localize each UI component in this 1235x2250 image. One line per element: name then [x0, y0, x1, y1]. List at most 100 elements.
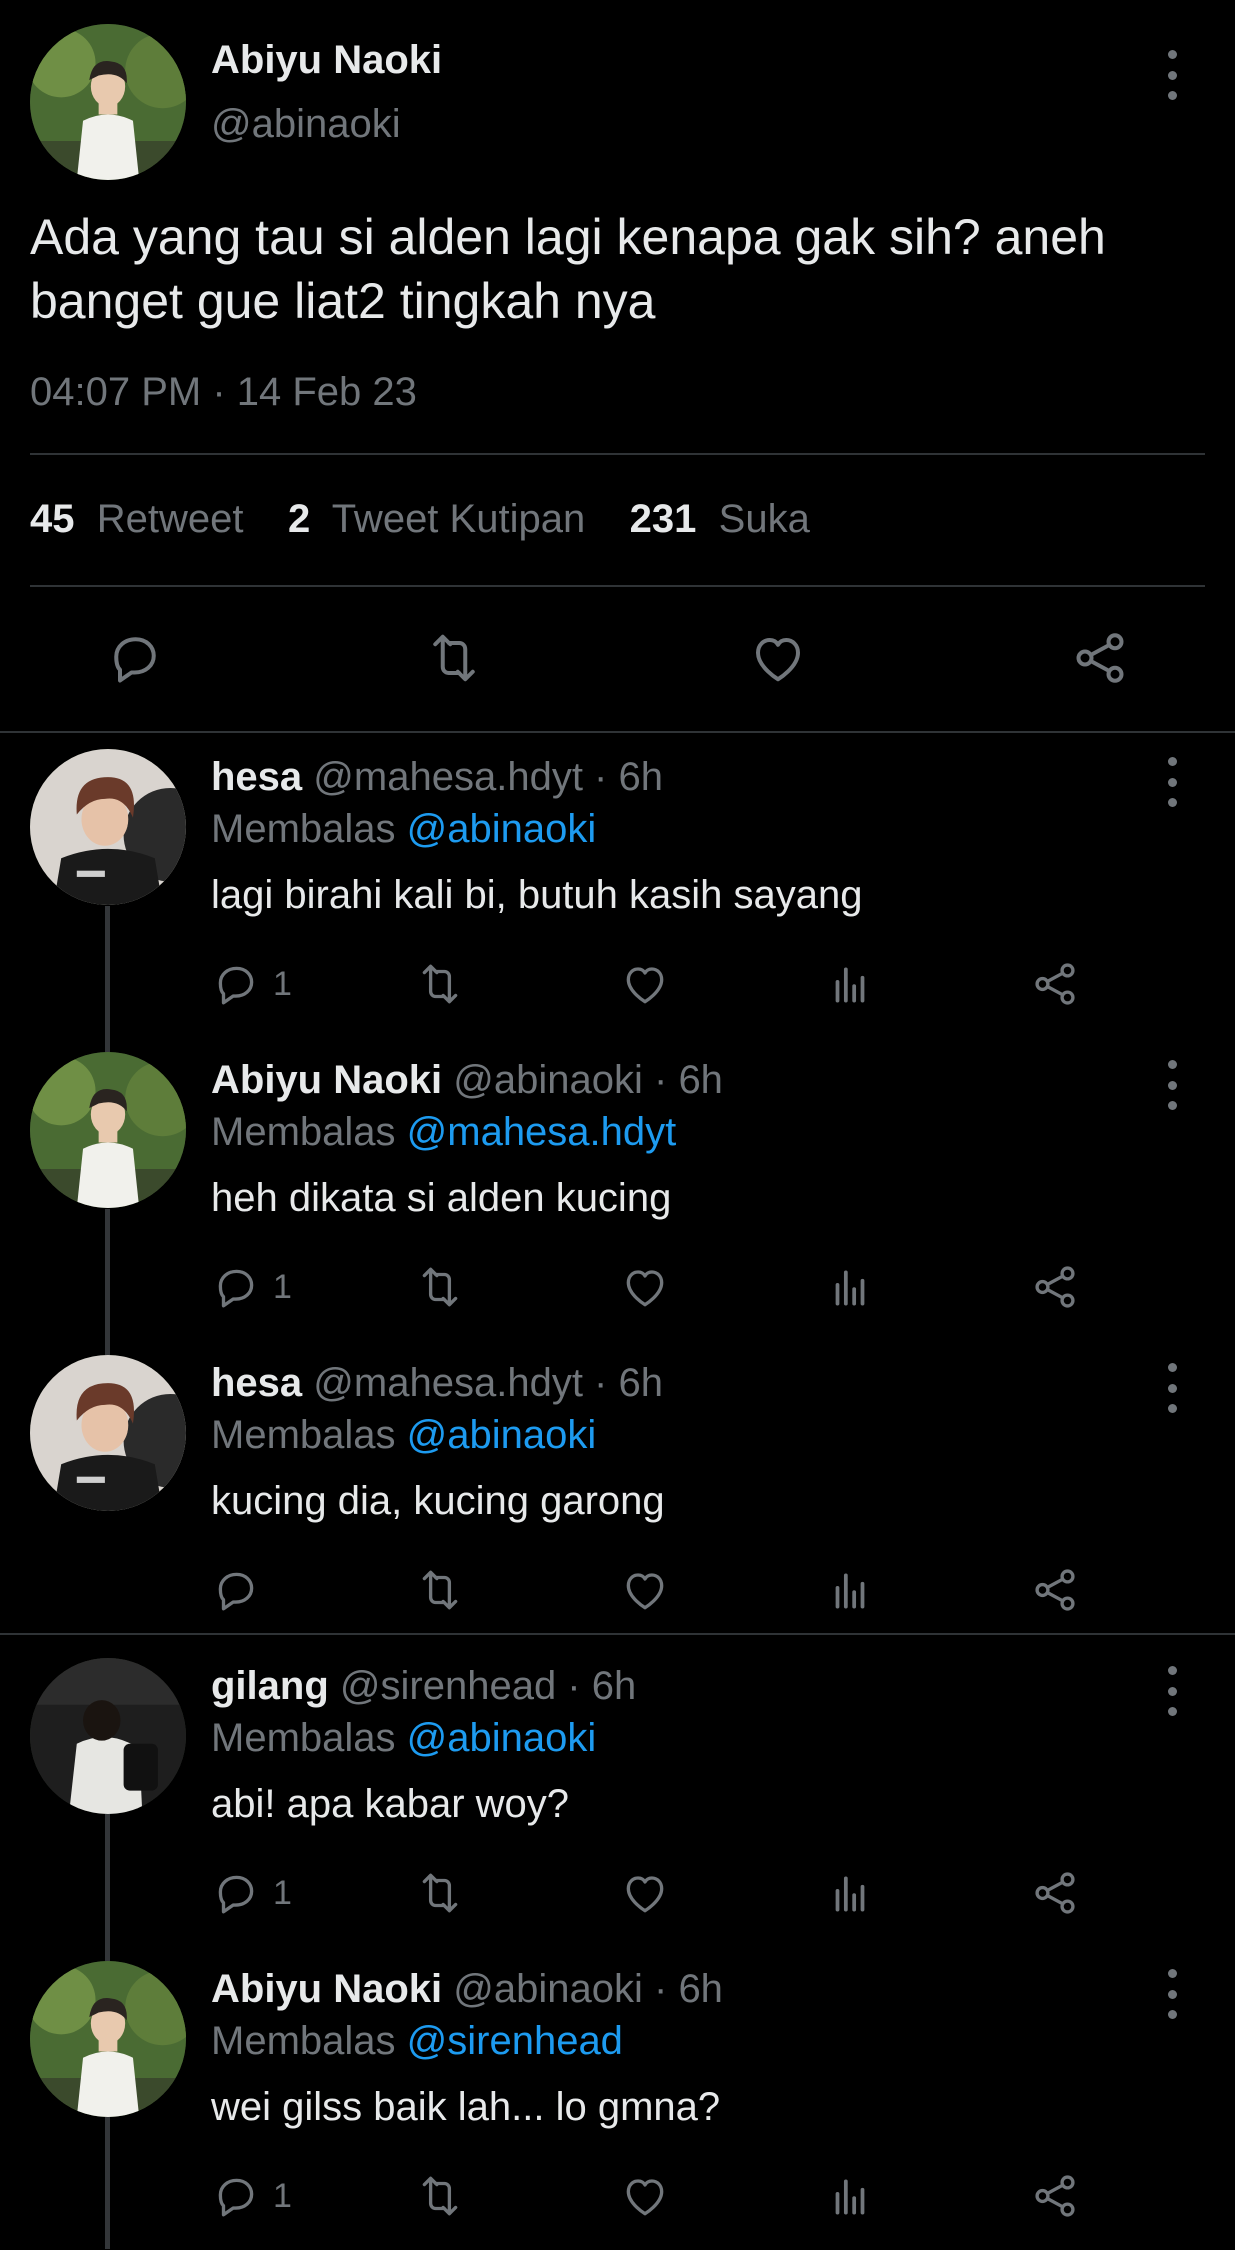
author-name[interactable]: Abiyu Naoki	[211, 1058, 442, 1102]
reply-actions: 1	[211, 959, 1211, 1009]
replying-label: Membalas	[211, 1110, 396, 1154]
avatar[interactable]	[30, 1052, 186, 1208]
avatar[interactable]	[30, 24, 186, 180]
reply-tweet[interactable]: Abiyu Naoki @abinaoki · 6h Membalas @sir…	[0, 1947, 1235, 2250]
reply-tweet[interactable]: hesa @mahesa.hdyt · 6h Membalas @abinaok…	[0, 1341, 1235, 1644]
replying-label: Membalas	[211, 1716, 396, 1760]
reply-icon[interactable]: 1	[211, 1868, 292, 1918]
like-icon[interactable]	[620, 959, 670, 1009]
quotes-stat[interactable]: 2 Tweet Kutipan	[288, 497, 585, 541]
replying-to: Membalas @abinaoki	[211, 1716, 596, 1761]
replying-to: Membalas @mahesa.hdyt	[211, 1110, 676, 1155]
mention-link[interactable]: @sirenhead	[407, 2019, 623, 2063]
reply-header: Abiyu Naoki @abinaoki · 6h	[211, 1058, 723, 1103]
avatar[interactable]	[30, 1961, 186, 2117]
views-icon[interactable]	[825, 1868, 875, 1918]
reply-actions: 1	[211, 1868, 1211, 1918]
retweet-icon[interactable]	[415, 959, 465, 1009]
author-meta: @sirenhead · 6h	[339, 1664, 637, 1708]
share-icon[interactable]	[1030, 959, 1080, 1009]
reply-count: 1	[273, 964, 292, 1003]
views-icon[interactable]	[825, 1565, 875, 1615]
avatar[interactable]	[30, 749, 186, 905]
replying-to: Membalas @sirenhead	[211, 2019, 623, 2064]
more-options-icon[interactable]	[1162, 1060, 1182, 1110]
share-icon[interactable]	[1030, 1868, 1080, 1918]
reply-header: hesa @mahesa.hdyt · 6h	[211, 755, 663, 800]
profile-photo	[30, 1052, 186, 1208]
author-name[interactable]: hesa	[211, 1361, 302, 1405]
like-icon[interactable]	[620, 1868, 670, 1918]
views-icon[interactable]	[825, 959, 875, 1009]
author-meta: @mahesa.hdyt · 6h	[313, 1361, 663, 1405]
author-name[interactable]: gilang	[211, 1664, 329, 1708]
reply-header: gilang @sirenhead · 6h	[211, 1664, 636, 1709]
profile-photo	[30, 1961, 186, 2117]
reply-icon[interactable]: 1	[211, 1262, 292, 1312]
replying-to: Membalas @abinaoki	[211, 1413, 596, 1458]
tweet-timestamp[interactable]: 04:07 PM · 14 Feb 23	[30, 370, 417, 415]
share-icon[interactable]	[1030, 1262, 1080, 1312]
author-meta: @abinaoki · 6h	[453, 1967, 723, 2011]
retweet-icon[interactable]	[424, 628, 484, 688]
like-icon[interactable]	[748, 628, 808, 688]
replying-label: Membalas	[211, 2019, 396, 2063]
like-icon[interactable]	[620, 1565, 670, 1615]
reply-icon[interactable]	[211, 1565, 273, 1615]
profile-photo	[30, 1355, 186, 1511]
share-icon[interactable]	[1030, 2171, 1080, 2221]
views-icon[interactable]	[825, 1262, 875, 1312]
author-name[interactable]: Abiyu Naoki	[211, 1967, 442, 2011]
profile-photo	[30, 749, 186, 905]
reply-count: 1	[273, 2176, 292, 2215]
divider	[0, 1633, 1235, 1635]
mention-link[interactable]: @abinaoki	[407, 1716, 597, 1760]
reply-header: Abiyu Naoki @abinaoki · 6h	[211, 1967, 723, 2012]
reply-icon[interactable]: 1	[211, 2171, 292, 2221]
like-icon[interactable]	[620, 1262, 670, 1312]
retweet-icon[interactable]	[415, 1565, 465, 1615]
share-icon[interactable]	[1030, 1565, 1080, 1615]
more-options-icon[interactable]	[1162, 1666, 1182, 1716]
more-options-icon[interactable]	[1162, 1969, 1182, 2019]
retweet-icon[interactable]	[415, 1262, 465, 1312]
profile-photo	[30, 1658, 186, 1814]
avatar[interactable]	[30, 1658, 186, 1814]
reply-actions	[211, 1565, 1211, 1615]
reply-header: hesa @mahesa.hdyt · 6h	[211, 1361, 663, 1406]
reply-text: abi! apa kabar woy?	[211, 1782, 570, 1826]
reply-icon[interactable]: 1	[211, 959, 292, 1009]
reply-tweet[interactable]: gilang @sirenhead · 6h Membalas @abinaok…	[0, 1644, 1235, 1947]
reply-icon[interactable]	[105, 628, 165, 688]
mention-link[interactable]: @abinaoki	[407, 1413, 597, 1457]
author-name[interactable]: Abiyu Naoki	[211, 38, 442, 83]
retweet-icon[interactable]	[415, 2171, 465, 2221]
reply-count: 1	[273, 1873, 292, 1912]
avatar[interactable]	[30, 1355, 186, 1511]
retweets-stat[interactable]: 45 Retweet	[30, 497, 243, 541]
mention-link[interactable]: @abinaoki	[407, 807, 597, 851]
mention-link[interactable]: @mahesa.hdyt	[407, 1110, 677, 1154]
views-icon[interactable]	[825, 2171, 875, 2221]
tweet-text: Ada yang tau si alden lagi kenapa gak si…	[30, 209, 1106, 329]
more-options-icon[interactable]	[1162, 757, 1182, 807]
divider	[30, 453, 1205, 455]
reply-text: kucing dia, kucing garong	[211, 1479, 665, 1523]
more-options-icon[interactable]	[1162, 1363, 1182, 1413]
author-meta: @abinaoki · 6h	[453, 1058, 723, 1102]
retweet-icon[interactable]	[415, 1868, 465, 1918]
more-options-icon[interactable]	[1162, 50, 1182, 100]
likes-stat[interactable]: 231 Suka	[630, 497, 810, 541]
reply-tweet[interactable]: Abiyu Naoki @abinaoki · 6h Membalas @mah…	[0, 1038, 1235, 1341]
share-icon[interactable]	[1070, 628, 1130, 688]
divider	[30, 585, 1205, 587]
author-name[interactable]: hesa	[211, 755, 302, 799]
reply-count: 1	[273, 1267, 292, 1306]
reply-text: lagi birahi kali bi, butuh kasih sayang	[211, 873, 863, 917]
reply-tweet[interactable]: hesa @mahesa.hdyt · 6h Membalas @abinaok…	[0, 735, 1235, 1038]
reply-text: wei gilss baik lah... lo gmna?	[211, 2085, 721, 2129]
author-handle[interactable]: @abinaoki	[211, 102, 401, 147]
divider	[0, 731, 1235, 733]
like-icon[interactable]	[620, 2171, 670, 2221]
profile-photo	[30, 24, 186, 180]
